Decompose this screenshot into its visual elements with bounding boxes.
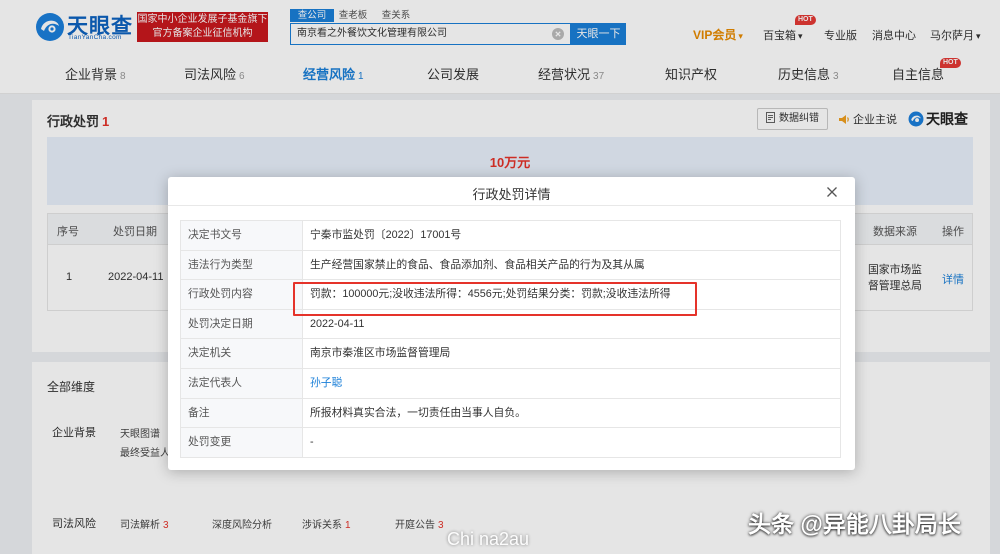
close-icon[interactable] bbox=[826, 186, 838, 198]
detail-value: - bbox=[310, 436, 314, 449]
detail-row-legal-representative: 法定代表人 孙子聪 bbox=[181, 368, 840, 399]
toutiao-watermark: 头条 @异能八卦局长 bbox=[748, 511, 961, 537]
detail-value: 所报材料真实合法，一切责任由当事人自负。 bbox=[310, 406, 526, 419]
detail-value: 南京市秦淮区市场监督管理局 bbox=[310, 347, 451, 360]
detail-label: 法定代表人 bbox=[181, 368, 303, 398]
penalty-detail-modal: 行政处罚详情 决定书文号 宁秦市监处罚〔2022〕17001号 违法行为类型 生产经… bbox=[168, 177, 855, 470]
detail-row-decision-number: 决定书文号 宁秦市监处罚〔2022〕17001号 bbox=[181, 221, 840, 251]
detail-label: 决定书文号 bbox=[181, 221, 303, 250]
site-watermark: Chi na2au bbox=[447, 529, 530, 549]
detail-value: 宁秦市监处罚〔2022〕17001号 bbox=[310, 229, 462, 241]
legal-representative-link[interactable]: 孙子聪 bbox=[303, 369, 840, 398]
modal-title: 行政处罚详情 bbox=[472, 187, 551, 202]
detail-label: 行政处罚内容 bbox=[181, 280, 303, 309]
detail-row-authority: 决定机关 南京市秦淮区市场监督管理局 bbox=[181, 339, 840, 369]
detail-label: 违法行为类型 bbox=[181, 250, 303, 280]
highlight-annotation-box bbox=[293, 282, 697, 316]
detail-label: 决定机关 bbox=[181, 339, 303, 368]
detail-row-penalty-change: 处罚变更 - bbox=[181, 428, 840, 458]
detail-label: 备注 bbox=[181, 398, 303, 428]
detail-label: 处罚决定日期 bbox=[181, 309, 303, 339]
detail-label: 处罚变更 bbox=[181, 428, 303, 457]
detail-value: 生产经营国家禁止的食品、食品添加剂、食品相关产品的行为及其从属 bbox=[310, 258, 645, 271]
detail-row-violation-type: 违法行为类型 生产经营国家禁止的食品、食品添加剂、食品相关产品的行为及其从属 bbox=[181, 250, 840, 281]
modal-divider bbox=[168, 205, 855, 206]
detail-table: 决定书文号 宁秦市监处罚〔2022〕17001号 违法行为类型 生产经营国家禁止的食… bbox=[180, 220, 841, 458]
detail-row-remark: 备注 所报材料真实合法，一切责任由当事人自负。 bbox=[181, 398, 840, 429]
